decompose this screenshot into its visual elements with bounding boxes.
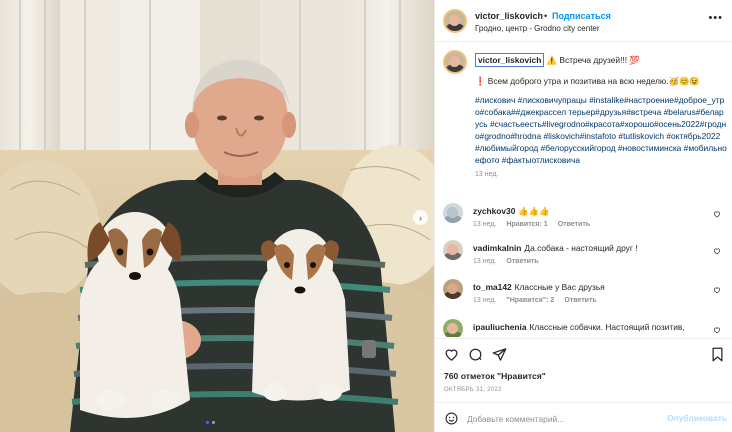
instagram-post-view: › victor_liskovich • Подписаться Гродно,… bbox=[0, 0, 732, 432]
comment-icon[interactable] bbox=[468, 347, 483, 362]
share-send-icon[interactable] bbox=[492, 347, 507, 362]
post-header: victor_liskovich • Подписаться Гродно, ц… bbox=[435, 0, 732, 42]
comment-likes[interactable]: "Нравится": 2 bbox=[506, 297, 554, 304]
dog-right bbox=[252, 229, 350, 401]
comments-scroll-area[interactable]: victor_liskovich ⚠️ Встреча друзей!!! 💯 … bbox=[435, 43, 732, 337]
comment-username[interactable]: to_ma142 bbox=[473, 282, 512, 292]
avatar[interactable] bbox=[443, 9, 467, 33]
photo-illustration bbox=[0, 0, 434, 432]
next-photo-button[interactable]: › bbox=[413, 210, 428, 225]
carousel-dot-active bbox=[206, 421, 209, 424]
comment-item: vadimkalnin Да.собака - настоящий друг ! … bbox=[443, 240, 727, 274]
post-photo[interactable]: › bbox=[0, 0, 434, 432]
caption-paragraph: ❗ Всем доброго утра и позитива на всю не… bbox=[475, 76, 700, 86]
comment-avatar[interactable] bbox=[443, 240, 463, 260]
comment-time[interactable]: 13 нед. bbox=[473, 297, 496, 304]
header-separator: • bbox=[544, 11, 548, 21]
comment-item: to_ma142 Классные у Вас друзья 13 нед. "Нр… bbox=[443, 279, 727, 313]
comment-username[interactable]: zychkov30 bbox=[473, 206, 515, 216]
post-details-panel: victor_liskovich • Подписаться Гродно, ц… bbox=[434, 0, 732, 432]
caption-title: ⚠️ Встреча друзей!!! 💯 bbox=[546, 55, 640, 65]
more-horizontal-icon[interactable]: ••• bbox=[708, 12, 723, 24]
comment-text: Да.собака - настоящий друг ! bbox=[524, 243, 638, 253]
emoji-icon[interactable] bbox=[445, 412, 458, 425]
publish-comment-button[interactable]: Опубликовать bbox=[667, 413, 727, 423]
carousel-dot bbox=[212, 421, 215, 424]
comment-item: zychkov30 👍👍👍 13 нед. Нравится: 1 Ответить bbox=[443, 203, 727, 237]
comment-username[interactable]: ipauliuchenia bbox=[473, 322, 527, 332]
follow-button[interactable]: Подписаться bbox=[552, 11, 611, 21]
carousel-indicator bbox=[206, 421, 215, 424]
dog-left bbox=[80, 212, 190, 418]
comment-time[interactable]: 13 нед. bbox=[473, 258, 496, 265]
comment-reply-button[interactable]: Ответить bbox=[506, 258, 538, 265]
caption-time[interactable]: 13 нед. bbox=[475, 169, 727, 181]
comment-item: ipauliuchenia Классные собачки. Настоящий… bbox=[443, 319, 727, 337]
comment-text: Классные собачки. Настоящий позитив, bbox=[529, 322, 685, 332]
comment-avatar[interactable] bbox=[443, 279, 463, 299]
comment-avatar[interactable] bbox=[443, 203, 463, 223]
heart-icon[interactable] bbox=[713, 286, 721, 294]
comment-text: Классные у Вас друзья bbox=[514, 282, 605, 292]
heart-icon[interactable] bbox=[713, 247, 721, 255]
caption-username[interactable]: victor_liskovich bbox=[475, 53, 545, 67]
location-link[interactable]: Гродно, центр - Grodno city center bbox=[475, 24, 600, 33]
caption-hashtags[interactable]: #лискович #лисковичупрацы #instalike#нас… bbox=[475, 94, 727, 166]
like-heart-icon[interactable] bbox=[444, 347, 459, 362]
chevron-right-icon: › bbox=[419, 212, 422, 223]
comment-likes[interactable]: Нравится: 1 bbox=[506, 221, 547, 228]
comment-text: 👍👍👍 bbox=[518, 206, 550, 216]
comment-avatar[interactable] bbox=[443, 319, 463, 337]
comment-username[interactable]: vadimkalnin bbox=[473, 243, 521, 253]
likes-count[interactable]: 760 отметок "Нравится" bbox=[444, 371, 546, 381]
heart-icon[interactable] bbox=[713, 210, 721, 218]
header-username[interactable]: victor_liskovich bbox=[475, 11, 543, 21]
caption-avatar[interactable] bbox=[443, 50, 467, 74]
comment-time[interactable]: 13 нед. bbox=[473, 221, 496, 228]
heart-icon[interactable] bbox=[713, 326, 721, 334]
bookmark-icon[interactable] bbox=[710, 347, 725, 362]
comment-reply-button[interactable]: Ответить bbox=[558, 221, 590, 228]
comment-reply-button[interactable]: Ответить bbox=[564, 297, 596, 304]
add-comment-bar: Опубликовать bbox=[435, 402, 732, 432]
add-comment-input[interactable] bbox=[467, 412, 657, 426]
post-actions: 760 отметок "Нравится" ОКТЯБРЬ 31, 2022 bbox=[435, 338, 732, 408]
post-date: ОКТЯБРЬ 31, 2022 bbox=[444, 387, 502, 393]
